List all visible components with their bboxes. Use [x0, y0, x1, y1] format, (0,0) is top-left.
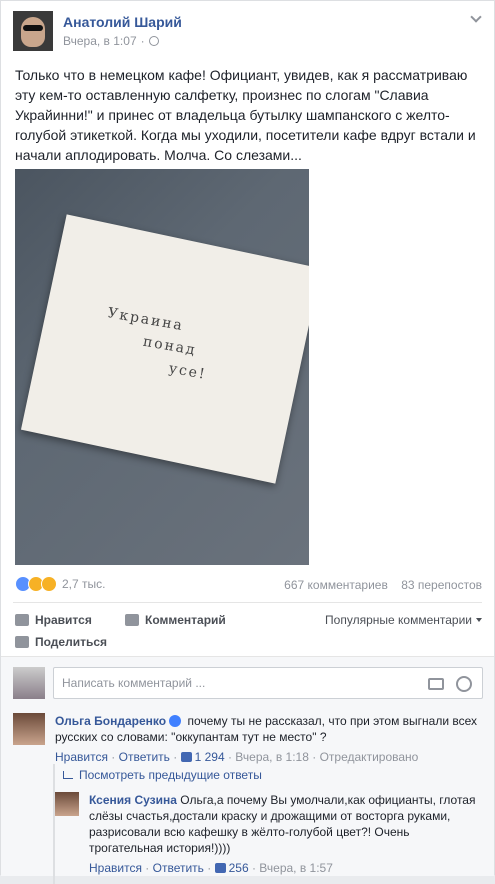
share-arrow-icon	[15, 636, 29, 648]
edited-label: Отредактировано	[319, 750, 419, 764]
author-avatar[interactable]	[13, 11, 53, 51]
comments-count-link[interactable]: 667 комментариев	[284, 578, 388, 592]
reply-time[interactable]: Вчера, в 1:57	[259, 861, 333, 875]
comment-icon	[125, 614, 139, 626]
current-user-avatar	[13, 667, 45, 699]
comment-reply-link[interactable]: Ответить	[119, 750, 170, 764]
reactions-summary[interactable]: 2,7 тыс.	[15, 576, 105, 592]
camera-icon[interactable]	[428, 678, 444, 690]
commenter-avatar[interactable]	[13, 713, 45, 745]
comment-button[interactable]: Комментарий	[125, 613, 226, 627]
thumbs-up-icon	[15, 614, 29, 626]
like-button[interactable]: Нравится	[15, 613, 92, 627]
shares-count-link[interactable]: 83 перепостов	[401, 578, 482, 592]
post-stats: 667 комментариев 83 перепостов	[274, 578, 482, 592]
post-text: Только что в немецком кафе! Официант, ув…	[15, 67, 476, 163]
comment-sort-dropdown[interactable]: Популярные комментарии	[325, 613, 482, 627]
dropdown-arrow-icon	[476, 618, 482, 622]
replier-avatar[interactable]	[55, 792, 79, 816]
share-button-label: Поделиться	[35, 635, 108, 649]
replier-name[interactable]: Ксения Сузина	[89, 793, 177, 807]
post-photo[interactable]: Украина понад усе!	[15, 169, 309, 565]
reply-arrow-icon	[63, 771, 73, 779]
view-previous-replies-label: Посмотреть предыдущие ответы	[79, 768, 262, 782]
reply-like-link[interactable]: Нравится	[89, 861, 142, 875]
comment-like-count[interactable]: 1 294	[195, 750, 225, 764]
public-globe-icon	[148, 36, 159, 46]
like-button-label: Нравится	[35, 613, 92, 627]
commenter-name[interactable]: Ольга Бондаренко	[55, 714, 166, 728]
emoji-icon[interactable]	[456, 676, 472, 692]
comment-input[interactable]: Написать комментарий ...	[53, 667, 483, 699]
post-timestamp[interactable]: Вчера, в 1:07	[63, 34, 137, 48]
view-previous-replies[interactable]: Посмотреть предыдущие ответы	[63, 768, 262, 782]
like-count-icon	[180, 752, 192, 762]
reply-like-count[interactable]: 256	[229, 861, 249, 875]
reply-thread-line	[53, 764, 55, 884]
reply-like-count-icon	[214, 863, 226, 873]
divider	[13, 602, 482, 603]
reply-reply-link[interactable]: Ответить	[153, 861, 204, 875]
author-name[interactable]: Анатолий Шарий	[63, 14, 182, 30]
comment-time[interactable]: Вчера, в 1:18	[235, 750, 309, 764]
comments-section: Написать комментарий ... Ольга Бондаренк…	[1, 656, 494, 884]
post-card: Анатолий Шарий Вчера, в 1:07 · Только чт…	[0, 0, 495, 884]
comment-sort-label: Популярные комментарии	[325, 613, 472, 627]
share-button[interactable]: Поделиться	[15, 635, 107, 649]
reactions-count: 2,7 тыс.	[62, 577, 106, 591]
verified-badge-icon	[169, 715, 182, 727]
wow-reaction-icon	[41, 576, 57, 592]
comment-like-link[interactable]: Нравится	[55, 750, 108, 764]
post-header: Анатолий Шарий Вчера, в 1:07 ·	[13, 11, 182, 55]
comment-input-placeholder: Написать комментарий ...	[62, 676, 206, 690]
post-options-chevron-icon[interactable]	[470, 13, 482, 25]
comment-button-label: Комментарий	[145, 613, 226, 627]
